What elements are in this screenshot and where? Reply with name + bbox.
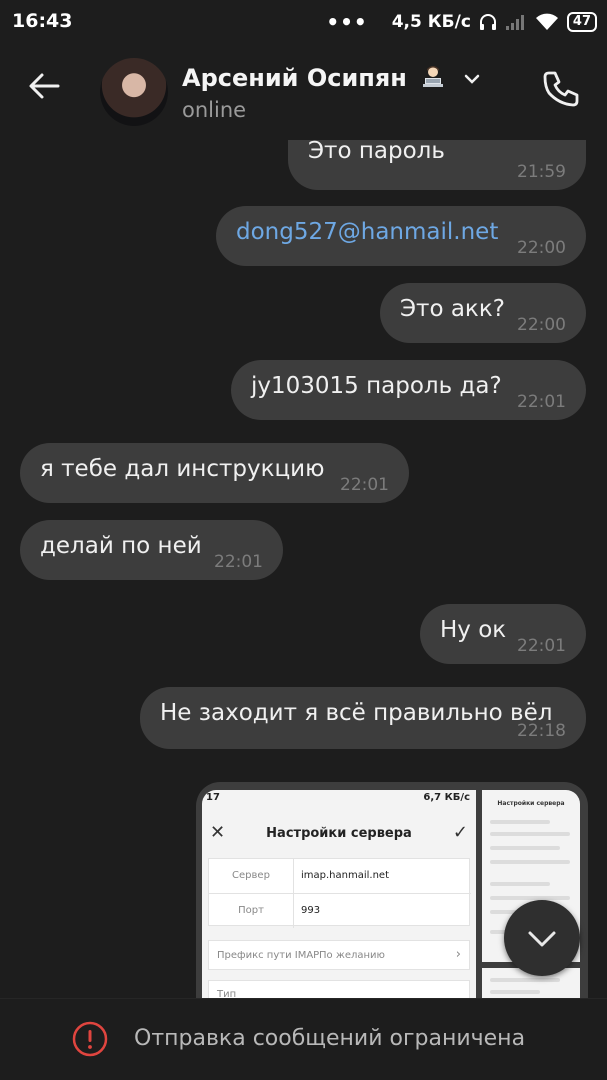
message-time: 22:01 bbox=[517, 636, 566, 656]
message-time: 22:00 bbox=[517, 315, 566, 335]
scroll-down-button[interactable] bbox=[504, 900, 580, 976]
mini-status-speed: 6,7 КБ/с bbox=[423, 792, 470, 803]
message-time: 21:59 bbox=[517, 162, 566, 182]
message-time: 22:01 bbox=[214, 552, 263, 572]
mini-type-row: Тип bbox=[208, 980, 470, 998]
chat-screen: 16:43 ••• 4,5 КБ/с 47 Арсений Осипян onl… bbox=[0, 0, 607, 1080]
message-bubble[interactable]: jy103015 пароль да? 22:01 bbox=[231, 360, 586, 420]
notification-dots: ••• bbox=[326, 10, 368, 34]
chevron-down-icon bbox=[528, 931, 556, 947]
chat-header: Арсений Осипян online bbox=[0, 44, 607, 140]
mini-row-key: Порт bbox=[238, 905, 264, 916]
checkmark-icon: ✓ bbox=[452, 822, 468, 843]
message-bubble[interactable]: Не заходит я всё правильно вёл 22:18 bbox=[140, 687, 586, 749]
status-time: 16:43 bbox=[12, 10, 73, 32]
message-bubble-incoming[interactable]: делай по ней 22:01 bbox=[20, 520, 283, 580]
message-text: Это пароль bbox=[308, 140, 445, 164]
message-bubble[interactable]: dong527@hanmail.net 22:00 bbox=[216, 206, 586, 266]
contact-status: online bbox=[182, 98, 247, 122]
message-text: Ну ок bbox=[440, 617, 507, 643]
wifi-icon bbox=[535, 13, 558, 30]
signal-icon bbox=[505, 15, 524, 30]
message-time: 22:18 bbox=[517, 721, 566, 741]
message-email-link[interactable]: dong527@hanmail.net bbox=[236, 219, 498, 245]
mini-row: Порт 993 bbox=[209, 893, 471, 928]
battery-indicator: 47 bbox=[566, 12, 597, 32]
message-list[interactable]: Это пароль 21:59 dong527@hanmail.net 22:… bbox=[0, 140, 607, 998]
message-bubble[interactable]: Это акк? 22:00 bbox=[380, 283, 586, 343]
headphones-icon bbox=[479, 14, 496, 30]
status-bar: 16:43 ••• 4,5 КБ/с 47 bbox=[0, 0, 607, 44]
mini-prefix-value: По желанию bbox=[319, 950, 385, 961]
message-text: Это акк? bbox=[400, 296, 505, 322]
contact-name[interactable]: Арсений Осипян bbox=[182, 64, 480, 92]
back-arrow-icon[interactable] bbox=[24, 66, 64, 106]
network-speed: 4,5 КБ/с bbox=[391, 12, 471, 32]
message-bubble[interactable]: Это пароль 21:59 bbox=[288, 140, 586, 190]
mini-row-value: imap.hanmail.net bbox=[301, 870, 389, 881]
message-text: jy103015 пароль да? bbox=[251, 373, 502, 399]
mini-server-card: Сервер imap.hanmail.net Порт 993 bbox=[208, 858, 471, 928]
message-text: Не заходит я всё правильно вёл bbox=[160, 700, 553, 726]
mini-prefix-key: Префикс пути IMAP bbox=[217, 950, 320, 961]
side-title: Настройки сервера bbox=[497, 800, 565, 807]
message-text: делай по ней bbox=[40, 533, 202, 559]
mini-row: Сервер imap.hanmail.net bbox=[209, 859, 471, 893]
restriction-text: Отправка сообщений ограничена bbox=[134, 1026, 526, 1051]
mini-title: Настройки сервера bbox=[266, 826, 412, 841]
chevron-right-icon: › bbox=[455, 947, 461, 962]
message-time: 22:01 bbox=[340, 475, 389, 495]
contact-avatar[interactable] bbox=[100, 58, 168, 126]
screenshot-image[interactable]: 17 6,7 КБ/с ✕ Настройки сервера ✓ Сервер… bbox=[202, 790, 476, 998]
mini-status-time: 17 bbox=[206, 792, 220, 803]
mini-row-key: Сервер bbox=[232, 870, 270, 881]
message-time: 22:01 bbox=[517, 392, 566, 412]
status-indicators: ••• 4,5 КБ/с 47 bbox=[326, 10, 597, 34]
chevron-down-icon[interactable] bbox=[464, 74, 480, 84]
contact-name-text: Арсений Осипян bbox=[182, 64, 407, 92]
mini-row-value: 993 bbox=[301, 905, 321, 916]
warning-icon bbox=[72, 1021, 108, 1057]
message-text: я тебе дал инструкцию bbox=[40, 456, 325, 482]
message-time: 22:00 bbox=[517, 238, 566, 258]
mini-status-bar: 17 6,7 КБ/с bbox=[202, 792, 476, 806]
message-bubble-incoming[interactable]: я тебе дал инструкцию 22:01 bbox=[20, 443, 409, 503]
mini-type-key: Тип bbox=[217, 989, 237, 998]
message-bubble[interactable]: Ну ок 22:01 bbox=[420, 604, 586, 664]
mini-prefix-row: Префикс пути IMAP По желанию › bbox=[208, 940, 470, 970]
restriction-bar: Отправка сообщений ограничена bbox=[0, 998, 607, 1080]
technologist-emoji-icon bbox=[423, 66, 444, 87]
phone-icon[interactable] bbox=[540, 68, 582, 110]
